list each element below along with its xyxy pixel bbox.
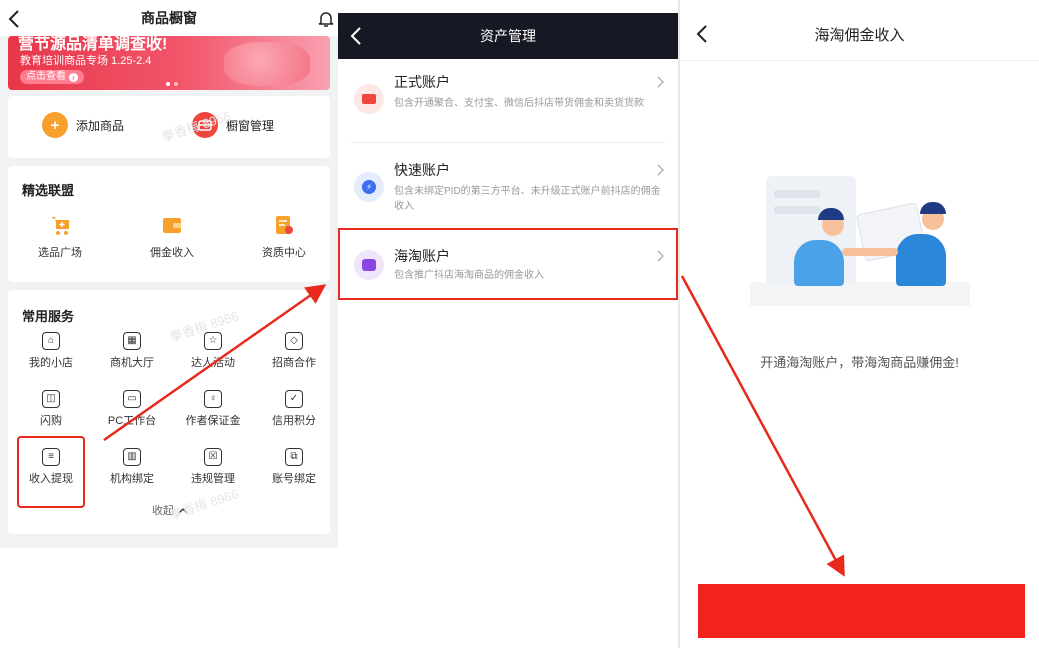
service-item-2[interactable]: ▦ 商机大厅 bbox=[91, 332, 173, 370]
cart-icon bbox=[51, 217, 69, 235]
link-account-icon: ⧉ bbox=[285, 448, 303, 466]
alliance-item-selection[interactable]: 选品广场 bbox=[18, 214, 102, 260]
account-title: 快速账户 bbox=[394, 162, 450, 178]
opportunity-icon: ▦ bbox=[123, 332, 141, 350]
alliance-item-qualification[interactable]: 资质中心 bbox=[242, 214, 326, 260]
chevron-right-icon bbox=[657, 76, 664, 88]
wallet-icon bbox=[163, 218, 181, 233]
service-item-6[interactable]: ▭ PC工作台 bbox=[91, 390, 173, 428]
monitor-icon: ▭ bbox=[123, 390, 141, 408]
service-item-label: 信用积分 bbox=[272, 415, 316, 427]
certificate-icon bbox=[276, 216, 293, 234]
chevron-right-icon bbox=[657, 164, 664, 176]
service-item-11[interactable]: ☒ 违规管理 bbox=[172, 448, 254, 486]
back-arrow-icon[interactable] bbox=[348, 26, 364, 46]
showcase-topbar: 商品橱窗 bbox=[0, 0, 338, 36]
alliance-card: 精选联盟 选品广场 佣金收入 资质中心 bbox=[8, 166, 330, 282]
service-item-label: 违规管理 bbox=[191, 473, 235, 485]
service-item-label: PC工作台 bbox=[107, 415, 157, 427]
bell-icon[interactable] bbox=[318, 10, 334, 28]
service-item-label: 闪购 bbox=[40, 415, 62, 427]
page-title: 商品橱窗 bbox=[141, 10, 197, 26]
page-title: 海淘佣金收入 bbox=[814, 26, 905, 44]
window-showcase-panel: 商品橱窗 营节源品清单调查收! 教育培训商品专场 1.25-2.4 点击查看 ›… bbox=[0, 0, 338, 548]
overseas-commission-panel: 海淘佣金收入 开通海淘账户，带海淘商品赚佣金! bbox=[680, 0, 1039, 648]
handshake-icon: ◇ bbox=[285, 332, 303, 350]
service-item-label: 商机大厅 bbox=[110, 357, 154, 369]
add-product-button[interactable]: + 添加商品 bbox=[42, 112, 124, 138]
account-desc: 包含开通聚合、支付宝、微信后抖店带货佣金和卖货货款 bbox=[394, 98, 644, 109]
flash-bag-icon: ◫ bbox=[42, 390, 60, 408]
service-item-12[interactable]: ⧉ 账号绑定 bbox=[253, 448, 335, 486]
shop-icon: ⌂ bbox=[42, 332, 60, 350]
shield-check-icon: ✓ bbox=[285, 390, 303, 408]
service-item-label: 账号绑定 bbox=[272, 473, 316, 485]
service-item-label: 我的小店 bbox=[29, 357, 73, 369]
alliance-item-label: 佣金收入 bbox=[150, 247, 194, 259]
service-item-1[interactable]: ⌂ 我的小店 bbox=[10, 332, 92, 370]
banner-graphic bbox=[224, 42, 310, 86]
deposit-icon: ♀ bbox=[204, 390, 222, 408]
formal-account-icon bbox=[354, 84, 384, 114]
showcase-manage-label: 橱窗管理 bbox=[226, 118, 275, 133]
redacted-button[interactable] bbox=[698, 584, 1025, 638]
empty-state-illustration bbox=[750, 160, 970, 320]
empty-state-text: 开通海淘账户，带海淘商品赚佣金! bbox=[760, 355, 959, 370]
page-title: 资产管理 bbox=[480, 28, 536, 44]
building-icon: ▥ bbox=[123, 448, 141, 466]
banner-button-label: 点击查看 bbox=[26, 71, 66, 82]
service-item-10[interactable]: ▥ 机构绑定 bbox=[91, 448, 173, 486]
service-item-7[interactable]: ♀ 作者保证金 bbox=[172, 390, 254, 428]
account-row-formal[interactable]: 正式账户 包含开通聚合、支付宝、微信后抖店带货佣金和卖货货款 bbox=[338, 62, 678, 140]
add-product-label: 添加商品 bbox=[76, 118, 125, 133]
alliance-item-label: 资质中心 bbox=[262, 247, 306, 259]
promo-banner[interactable]: 营节源品清单调查收! 教育培训商品专场 1.25-2.4 点击查看 › bbox=[8, 36, 330, 90]
account-desc: 包含未绑定PID的第三方平台、未升级正式账户前抖店的佣金收入 bbox=[394, 186, 661, 212]
topbar-divider bbox=[680, 60, 1039, 61]
asset-management-panel: 资产管理 正式账户 包含开通聚合、支付宝、微信后抖店带货佣金和卖货货款 ⚡ 快速… bbox=[338, 0, 678, 648]
alliance-title: 精选联盟 bbox=[22, 183, 75, 198]
service-item-label: 招商合作 bbox=[272, 357, 316, 369]
banner-subtitle: 教育培训商品专场 1.25-2.4 bbox=[20, 55, 152, 67]
back-arrow-icon[interactable] bbox=[6, 9, 22, 29]
quick-account-icon: ⚡ bbox=[354, 172, 384, 202]
overseas-highlight-box bbox=[338, 228, 678, 300]
account-title: 正式账户 bbox=[394, 74, 450, 90]
asset-topbar: 资产管理 bbox=[338, 13, 678, 59]
commission-topbar: 海淘佣金收入 bbox=[680, 6, 1039, 62]
carousel-dots bbox=[166, 82, 178, 86]
service-item-label: 作者保证金 bbox=[185, 415, 241, 427]
arrow-circle-icon: › bbox=[69, 72, 78, 82]
event-icon: ☆ bbox=[204, 332, 222, 350]
services-title: 常用服务 bbox=[22, 309, 75, 324]
service-item-5[interactable]: ◫ 闪购 bbox=[10, 390, 92, 428]
service-item-label: 达人活动 bbox=[191, 357, 235, 369]
withdraw-highlight-box bbox=[17, 436, 85, 508]
alliance-item-commission[interactable]: 佣金收入 bbox=[130, 214, 214, 260]
service-item-label: 机构绑定 bbox=[110, 473, 154, 485]
plus-box-icon: + bbox=[42, 112, 68, 138]
back-arrow-icon[interactable] bbox=[694, 24, 710, 44]
alliance-item-label: 选品广场 bbox=[38, 247, 82, 259]
account-row-quick[interactable]: ⚡ 快速账户 包含未绑定PID的第三方平台、未升级正式账户前抖店的佣金收入 bbox=[338, 150, 678, 228]
banner-view-button[interactable]: 点击查看 › bbox=[20, 70, 84, 84]
divider bbox=[350, 142, 666, 143]
service-item-8[interactable]: ✓ 信用积分 bbox=[253, 390, 335, 428]
violation-icon: ☒ bbox=[204, 448, 222, 466]
service-item-4[interactable]: ◇ 招商合作 bbox=[253, 332, 335, 370]
